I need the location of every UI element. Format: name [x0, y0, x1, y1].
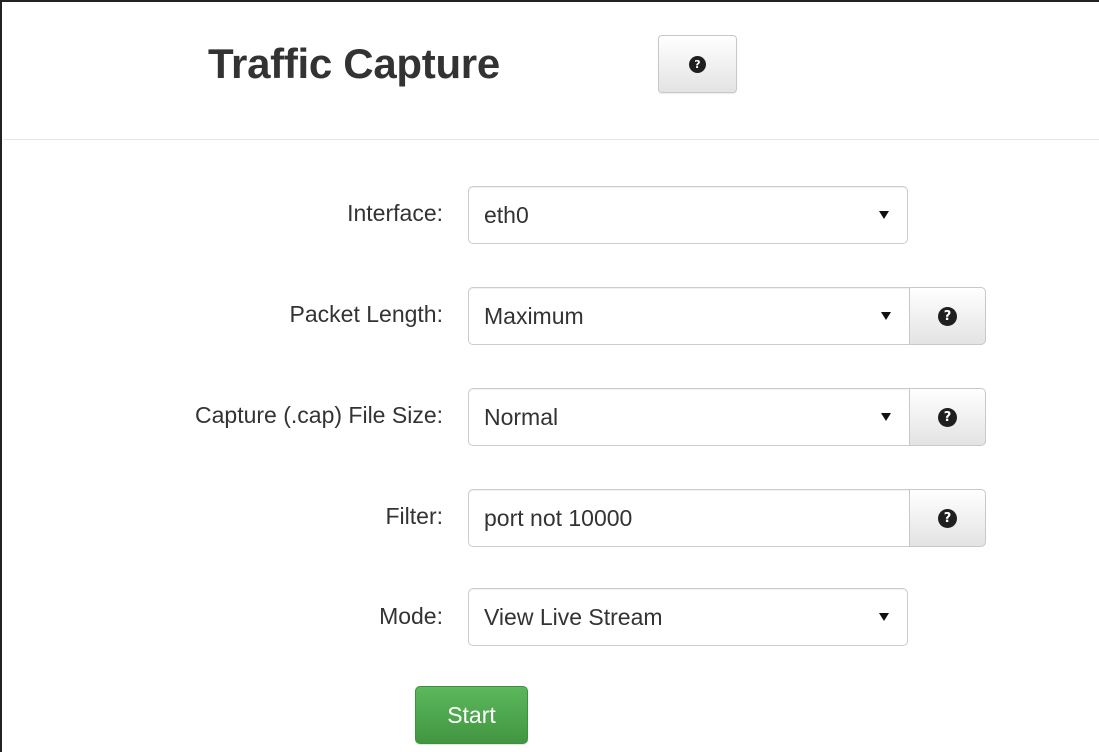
dropdown-caret-icon [881, 413, 891, 421]
question-circle-icon: ? [689, 55, 706, 73]
question-circle-icon: ? [938, 306, 957, 326]
page-title: Traffic Capture [208, 40, 500, 87]
title-help-button[interactable]: ? [658, 35, 737, 93]
file-size-select[interactable]: Normal [468, 388, 910, 446]
page-header: Traffic Capture ? [4, 4, 1099, 140]
file-size-help-button[interactable]: ? [909, 388, 986, 446]
dropdown-caret-icon [881, 312, 891, 320]
filter-input-value: port not 10000 [484, 504, 633, 531]
interface-select[interactable]: eth0 [468, 186, 908, 244]
packet-length-label: Packet Length: [289, 301, 443, 327]
interface-label: Interface: [347, 200, 443, 226]
page-frame: Traffic Capture ? Interface: eth0 Packet… [0, 0, 1099, 752]
mode-select[interactable]: View Live Stream [468, 588, 908, 646]
filter-help-button[interactable]: ? [909, 489, 986, 547]
filter-input[interactable]: port not 10000 [468, 489, 910, 547]
dropdown-caret-icon [879, 613, 889, 621]
question-circle-icon: ? [938, 508, 957, 528]
mode-label: Mode: [379, 603, 443, 629]
packet-length-select-value: Maximum [484, 302, 584, 329]
interface-select-value: eth0 [484, 201, 529, 228]
packet-length-help-button[interactable]: ? [909, 287, 986, 345]
dropdown-caret-icon [879, 211, 889, 219]
packet-length-select[interactable]: Maximum [468, 287, 910, 345]
filter-label: Filter: [385, 503, 444, 529]
question-circle-icon: ? [938, 407, 957, 427]
file-size-label: Capture (.cap) File Size: [195, 402, 443, 428]
file-size-select-value: Normal [484, 403, 559, 430]
mode-select-value: View Live Stream [484, 603, 663, 630]
start-button[interactable]: Start [415, 686, 528, 744]
